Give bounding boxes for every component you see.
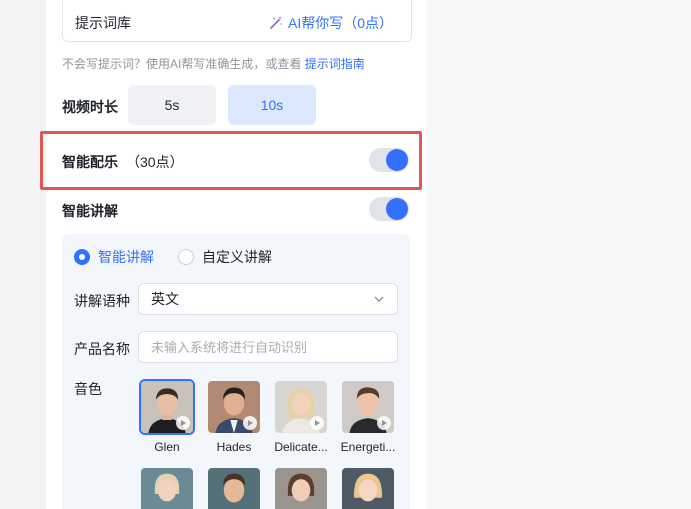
prompt-hint-text: 不会写提示词？使用AI帮写准确生成，或查看: [62, 57, 305, 71]
voice-avatar[interactable]: [340, 466, 396, 509]
smart-music-title: 智能配乐: [62, 154, 118, 170]
prompt-library-label: 提示词库: [75, 15, 131, 31]
voice-avatar[interactable]: [139, 466, 195, 509]
prompt-guide-link[interactable]: 提示词指南: [305, 57, 365, 71]
toggle-knob: [386, 149, 408, 171]
magic-wand-icon: [270, 16, 283, 29]
language-select[interactable]: 英文: [138, 283, 398, 315]
play-icon[interactable]: [176, 416, 190, 430]
avatar: [141, 468, 193, 509]
avatar: [275, 468, 327, 509]
voice-avatar-delicate[interactable]: [273, 379, 329, 435]
ai-write-label: AI帮你写（0点）: [287, 15, 393, 31]
voice-name-hades: Hades: [216, 440, 252, 454]
radio-dot: [178, 249, 194, 265]
voice-avatar[interactable]: [273, 466, 329, 509]
duration-10s-button[interactable]: 10s: [228, 85, 316, 125]
smart-narration-toggle[interactable]: [369, 197, 409, 221]
chevron-down-icon: [374, 296, 384, 302]
voice-avatar-hades[interactable]: [206, 379, 262, 435]
radio-smart-narration[interactable]: 智能讲解: [74, 247, 154, 267]
toggle-knob: [386, 198, 408, 220]
radio-label: 自定义讲解: [202, 249, 272, 265]
product-name-label: 产品名称: [74, 341, 130, 357]
ai-write-button[interactable]: AI帮你写（0点）: [268, 13, 393, 33]
radio-label: 智能讲解: [98, 249, 154, 265]
radio-custom-narration[interactable]: 自定义讲解: [178, 247, 272, 267]
duration-label: 视频时长: [62, 99, 118, 115]
prompt-library-box: 提示词库 AI帮你写（0点）: [62, 0, 412, 42]
play-icon[interactable]: [243, 416, 257, 430]
smart-music-cost: （30点）: [126, 154, 184, 170]
avatar: [342, 468, 394, 509]
smart-music-toggle[interactable]: [369, 148, 409, 172]
language-label: 讲解语种: [74, 293, 130, 309]
smart-music-label: 智能配乐 （30点）: [62, 152, 184, 172]
voice-label: 音色: [74, 381, 102, 397]
preview-area: [426, 0, 691, 509]
prompt-hint: 不会写提示词？使用AI帮写准确生成，或查看 提示词指南: [62, 55, 365, 72]
avatar: [208, 468, 260, 509]
product-name-input[interactable]: [138, 331, 398, 363]
voice-name-glen: Glen: [154, 440, 180, 454]
voice-name-delicate: Delicate...: [274, 440, 328, 454]
voice-avatar[interactable]: [206, 466, 262, 509]
duration-5s-button[interactable]: 5s: [128, 85, 216, 125]
voice-avatar-glen[interactable]: [139, 379, 195, 435]
voice-name-energetic: Energeti...: [340, 440, 396, 454]
play-icon[interactable]: [310, 416, 324, 430]
language-value: 英文: [151, 291, 179, 307]
smart-narration-label: 智能讲解: [62, 203, 118, 219]
play-icon[interactable]: [377, 416, 391, 430]
voice-avatar-energetic[interactable]: [340, 379, 396, 435]
radio-dot: [74, 249, 90, 265]
